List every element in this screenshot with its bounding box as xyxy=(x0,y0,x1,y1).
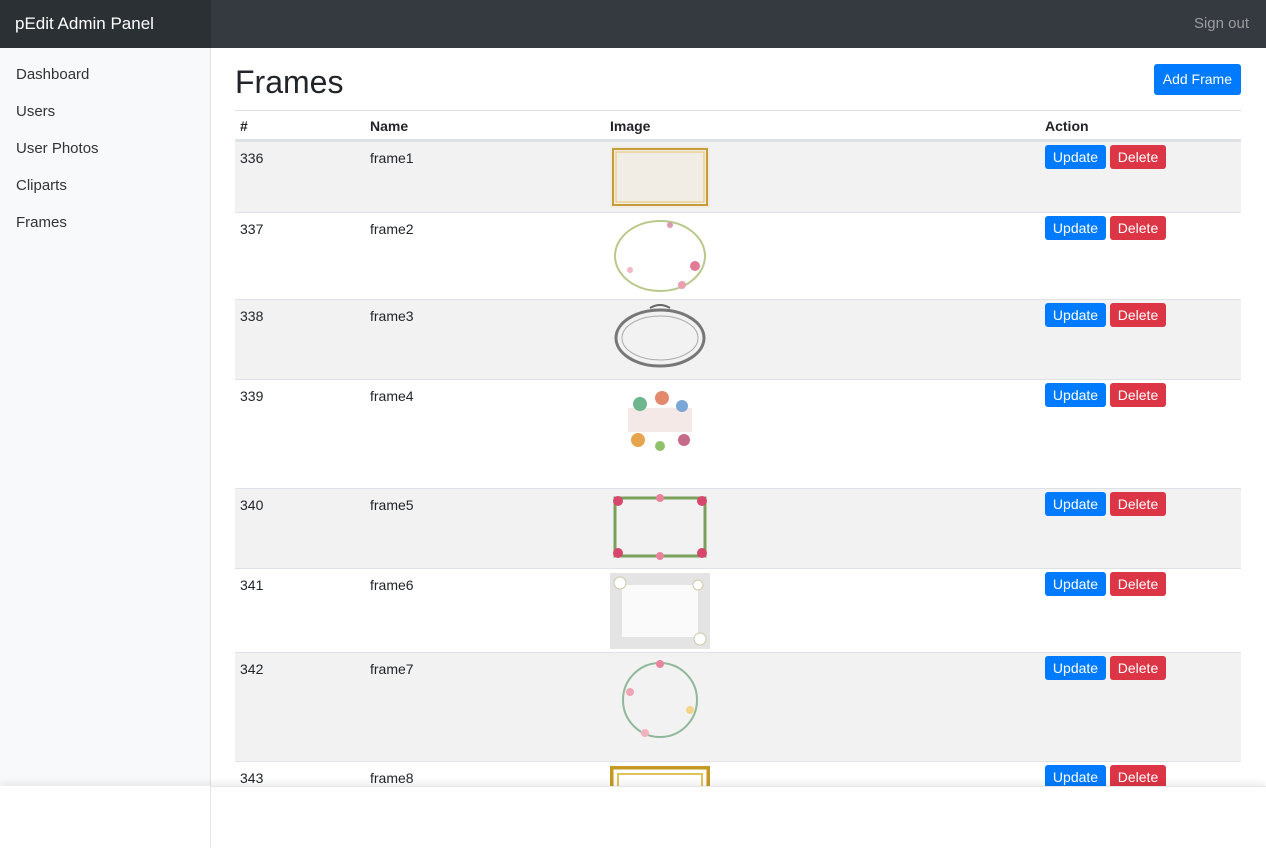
row-name: frame6 xyxy=(370,577,414,593)
frame-thumbnail xyxy=(610,146,710,208)
frame-thumbnail xyxy=(610,217,710,295)
frame-thumbnail xyxy=(610,384,710,456)
update-button[interactable]: Update xyxy=(1045,383,1106,407)
row-id: 342 xyxy=(240,661,264,677)
top-navbar: pEdit Admin Panel Sign out xyxy=(0,0,1266,48)
update-button[interactable]: Update xyxy=(1045,216,1106,240)
row-name: frame7 xyxy=(370,661,414,677)
row-id: 338 xyxy=(240,308,264,324)
update-button[interactable]: Update xyxy=(1045,145,1106,169)
column-header-action: Action xyxy=(1045,118,1089,134)
row-id: 336 xyxy=(240,150,264,166)
table-row: 340 frame5 Update Delete xyxy=(235,488,1241,568)
frame-thumbnail xyxy=(610,493,710,561)
bottom-sidebar-overlay xyxy=(0,786,211,848)
delete-button[interactable]: Delete xyxy=(1110,303,1166,327)
brand-title[interactable]: pEdit Admin Panel xyxy=(0,0,211,48)
frame-thumbnail xyxy=(610,304,710,372)
row-id: 337 xyxy=(240,221,264,237)
column-header-image: Image xyxy=(610,118,651,134)
row-id: 339 xyxy=(240,388,264,404)
update-button[interactable]: Update xyxy=(1045,492,1106,516)
update-button[interactable]: Update xyxy=(1045,572,1106,596)
row-id: 343 xyxy=(240,770,264,786)
row-id: 341 xyxy=(240,577,264,593)
column-header-name: Name xyxy=(370,118,409,134)
delete-button[interactable]: Delete xyxy=(1110,492,1166,516)
add-frame-button[interactable]: Add Frame xyxy=(1153,64,1241,95)
row-name: frame8 xyxy=(370,770,414,786)
delete-button[interactable]: Delete xyxy=(1110,383,1166,407)
sidebar-item-frames[interactable]: Frames xyxy=(16,214,67,231)
table-row: 341 frame6 Update Delete xyxy=(235,568,1241,652)
row-id: 340 xyxy=(240,497,264,513)
delete-button[interactable]: Delete xyxy=(1110,656,1166,680)
sidebar-item-users[interactable]: Users xyxy=(16,103,55,120)
delete-button[interactable]: Delete xyxy=(1110,572,1166,596)
frame-thumbnail xyxy=(610,573,710,649)
delete-button[interactable]: Delete xyxy=(1110,145,1166,169)
sign-out-link[interactable]: Sign out xyxy=(1194,0,1249,48)
update-button[interactable]: Update xyxy=(1045,303,1106,327)
table-row: 338 frame3 Update Delete xyxy=(235,299,1241,379)
row-name: frame4 xyxy=(370,388,414,404)
table-row: 337 frame2 Update Delete xyxy=(235,212,1241,299)
table-row: 339 frame4 Update Delete xyxy=(235,379,1241,488)
frame-thumbnail xyxy=(610,657,710,743)
row-name: frame3 xyxy=(370,308,414,324)
sidebar: Dashboard Users User Photos Cliparts Fra… xyxy=(0,48,211,848)
sidebar-item-user-photos[interactable]: User Photos xyxy=(16,140,99,157)
delete-button[interactable]: Delete xyxy=(1110,216,1166,240)
row-name: frame5 xyxy=(370,497,414,513)
row-name: frame2 xyxy=(370,221,414,237)
update-button[interactable]: Update xyxy=(1045,656,1106,680)
table-header: # Name Image Action xyxy=(235,111,1241,141)
sidebar-item-cliparts[interactable]: Cliparts xyxy=(16,177,67,194)
table-row: 336 frame1 Update Delete xyxy=(235,141,1241,212)
table-row: 342 frame7 Update Delete xyxy=(235,652,1241,761)
page-title: Frames xyxy=(235,64,344,100)
column-header-id: # xyxy=(240,118,248,134)
row-name: frame1 xyxy=(370,150,414,166)
sidebar-item-dashboard[interactable]: Dashboard xyxy=(16,66,89,83)
